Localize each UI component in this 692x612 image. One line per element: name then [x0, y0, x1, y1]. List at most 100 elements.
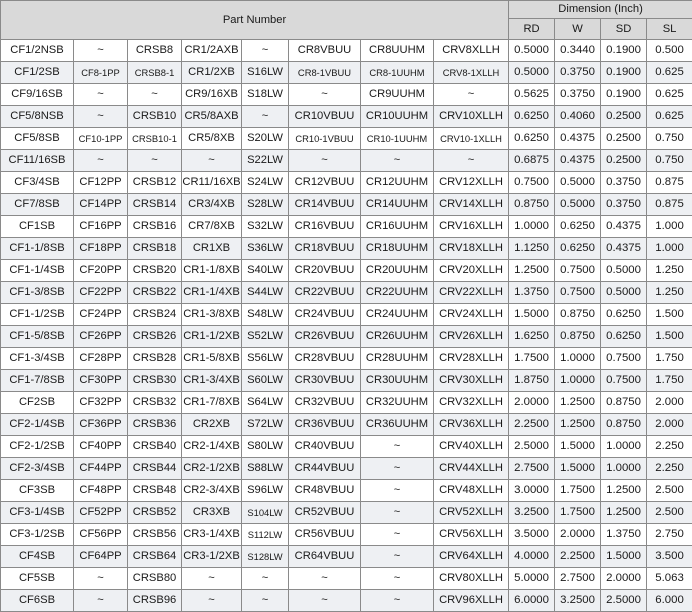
- cr-part-cell: CR3-1/4XB: [182, 524, 242, 546]
- table-row: CF1/2NSB~CRSB8CR1/2AXB~CR8VBUUCR8UUHMCRV…: [1, 40, 692, 62]
- w-value-cell: 0.5000: [555, 194, 601, 216]
- uuhm-part-cell: CR20UUHM: [361, 260, 434, 282]
- crsb-part-cell: CRSB32: [128, 392, 182, 414]
- cf-part-cell: CF2-1/4SB: [1, 414, 74, 436]
- cr-part-cell: CR1-3/8XB: [182, 304, 242, 326]
- sd-value-cell: 0.7500: [601, 370, 647, 392]
- table-row: CF3-1/4SBCF52PPCRSB52CR3XBS104LWCR52VBUU…: [1, 502, 692, 524]
- rd-value-cell: 3.5000: [509, 524, 555, 546]
- cr-part-cell: CR5/8XB: [182, 128, 242, 150]
- crsb-part-cell: CRSB28: [128, 348, 182, 370]
- sl-value-cell: 5.063: [647, 568, 692, 590]
- rd-value-cell: 0.6250: [509, 128, 555, 150]
- sd-value-cell: 0.1900: [601, 40, 647, 62]
- w-value-cell: 2.2500: [555, 546, 601, 568]
- w-value-cell: 0.4060: [555, 106, 601, 128]
- cf-part-cell: CF3SB: [1, 480, 74, 502]
- crsb-part-cell: CRSB56: [128, 524, 182, 546]
- cr-part-cell: CR7/8XB: [182, 216, 242, 238]
- sl-value-cell: 1.500: [647, 326, 692, 348]
- crsb-part-cell: CRSB8: [128, 40, 182, 62]
- sl-value-cell: 0.875: [647, 172, 692, 194]
- vbuu-part-cell: CR10-1VBUU: [289, 128, 361, 150]
- lw-part-cell: S72LW: [242, 414, 289, 436]
- table-row: CF1-1/8SBCF18PPCRSB18CR1XBS36LWCR18VBUUC…: [1, 238, 692, 260]
- crv-part-cell: CRV52XLLH: [434, 502, 509, 524]
- crsb-part-cell: CRSB16: [128, 216, 182, 238]
- cf-part-cell: CF11/16SB: [1, 150, 74, 172]
- cr-part-cell: CR1-3/4XB: [182, 370, 242, 392]
- table-row: CF2-3/4SBCF44PPCRSB44CR2-1/2XBS88LWCR44V…: [1, 458, 692, 480]
- cf-part-cell: CF4SB: [1, 546, 74, 568]
- sl-value-cell: 2.750: [647, 524, 692, 546]
- rd-value-cell: 0.8750: [509, 194, 555, 216]
- table-row: CF9/16SB~~CR9/16XBS18LW~CR9UUHM~0.56250.…: [1, 84, 692, 106]
- sl-value-cell: 0.625: [647, 84, 692, 106]
- lw-part-cell: S56LW: [242, 348, 289, 370]
- cr-part-cell: CR1-1/4XB: [182, 282, 242, 304]
- w-value-cell: 0.3440: [555, 40, 601, 62]
- rd-value-cell: 1.0000: [509, 216, 555, 238]
- uuhm-part-cell: ~: [361, 480, 434, 502]
- crsb-part-cell: CRSB22: [128, 282, 182, 304]
- pp-part-cell: ~: [74, 84, 128, 106]
- cr-part-cell: CR3/4XB: [182, 194, 242, 216]
- crsb-part-cell: CRSB52: [128, 502, 182, 524]
- pp-part-cell: CF32PP: [74, 392, 128, 414]
- vbuu-part-cell: CR16VBUU: [289, 216, 361, 238]
- w-value-cell: 2.7500: [555, 568, 601, 590]
- crsb-part-cell: CRSB10: [128, 106, 182, 128]
- lw-part-cell: S52LW: [242, 326, 289, 348]
- cr-part-cell: ~: [182, 150, 242, 172]
- lw-part-cell: ~: [242, 40, 289, 62]
- crv-part-cell: CRV10XLLH: [434, 106, 509, 128]
- rd-value-cell: 1.1250: [509, 238, 555, 260]
- sd-value-cell: 1.5000: [601, 546, 647, 568]
- w-value-cell: 2.0000: [555, 524, 601, 546]
- dimension-header: Dimension (Inch): [509, 1, 692, 19]
- w-value-cell: 0.3750: [555, 84, 601, 106]
- crsb-part-cell: CRSB24: [128, 304, 182, 326]
- w-value-cell: 1.0000: [555, 348, 601, 370]
- pp-part-cell: CF30PP: [74, 370, 128, 392]
- lw-part-cell: S36LW: [242, 238, 289, 260]
- table-row: CF1-1/4SBCF20PPCRSB20CR1-1/8XBS40LWCR20V…: [1, 260, 692, 282]
- table-row: CF1-5/8SBCF26PPCRSB26CR1-1/2XBS52LWCR26V…: [1, 326, 692, 348]
- pp-part-cell: CF28PP: [74, 348, 128, 370]
- lw-part-cell: S112LW: [242, 524, 289, 546]
- lw-part-cell: S128LW: [242, 546, 289, 568]
- rd-value-cell: 0.6250: [509, 106, 555, 128]
- uuhm-part-cell: CR14UUHM: [361, 194, 434, 216]
- cf-part-cell: CF1-1/4SB: [1, 260, 74, 282]
- crsb-part-cell: CRSB36: [128, 414, 182, 436]
- w-value-cell: 1.7500: [555, 502, 601, 524]
- table-row: CF1/2SBCF8-1PPCRSB8-1CR1/2XBS16LWCR8-1VB…: [1, 62, 692, 84]
- sl-value-cell: 6.000: [647, 590, 692, 612]
- crsb-part-cell: CRSB18: [128, 238, 182, 260]
- rd-value-cell: 1.7500: [509, 348, 555, 370]
- lw-part-cell: S24LW: [242, 172, 289, 194]
- cr-part-cell: CR1XB: [182, 238, 242, 260]
- rd-value-cell: 3.0000: [509, 480, 555, 502]
- cf-part-cell: CF1SB: [1, 216, 74, 238]
- uuhm-part-cell: CR22UUHM: [361, 282, 434, 304]
- crsb-part-cell: CRSB40: [128, 436, 182, 458]
- uuhm-part-cell: CR24UUHM: [361, 304, 434, 326]
- sd-value-cell: 0.2500: [601, 150, 647, 172]
- sl-value-cell: 1.750: [647, 348, 692, 370]
- cr-part-cell: CR9/16XB: [182, 84, 242, 106]
- lw-part-cell: S18LW: [242, 84, 289, 106]
- crv-part-cell: CRV10-1XLLH: [434, 128, 509, 150]
- uuhm-part-cell: CR8UUHM: [361, 40, 434, 62]
- sd-value-cell: 0.5000: [601, 260, 647, 282]
- vbuu-part-cell: CR12VBUU: [289, 172, 361, 194]
- w-value-cell: 0.8750: [555, 326, 601, 348]
- uuhm-part-cell: CR16UUHM: [361, 216, 434, 238]
- crv-part-cell: CRV14XLLH: [434, 194, 509, 216]
- table-row: CF1-1/2SBCF24PPCRSB24CR1-3/8XBS48LWCR24V…: [1, 304, 692, 326]
- crsb-part-cell: CRSB96: [128, 590, 182, 612]
- lw-part-cell: S88LW: [242, 458, 289, 480]
- cr-part-cell: CR2-3/4XB: [182, 480, 242, 502]
- pp-part-cell: CF48PP: [74, 480, 128, 502]
- cr-part-cell: ~: [182, 568, 242, 590]
